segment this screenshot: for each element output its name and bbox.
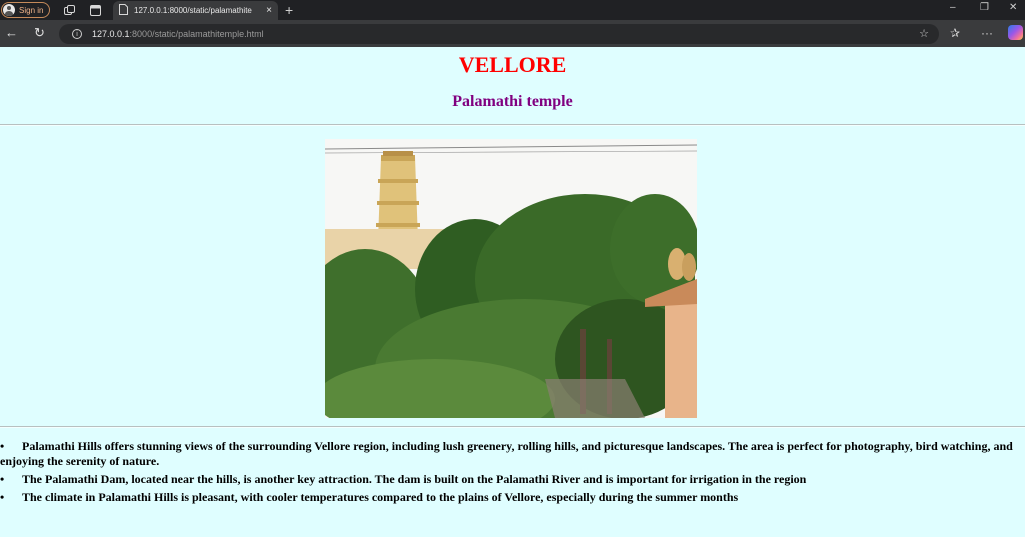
- workspaces-icon[interactable]: [62, 3, 76, 17]
- restore-icon[interactable]: ❐: [980, 2, 989, 13]
- new-tab-button[interactable]: +: [285, 2, 293, 18]
- more-menu-icon[interactable]: ···: [981, 26, 993, 40]
- facts-list: • Palamathi Hills offers stunning views o…: [0, 439, 1020, 508]
- back-icon[interactable]: ←: [5, 26, 18, 40]
- favorites-icon[interactable]: ✰: [950, 26, 960, 40]
- page-subtitle: Palamathi temple: [452, 93, 573, 110]
- browser-tab-bar: Sign in 127.0.0.1:8000/static/palamathit…: [0, 0, 1025, 20]
- reload-icon[interactable]: ↻: [34, 26, 45, 40]
- list-item: • The Palamathi Dam, located near the hil…: [0, 472, 807, 486]
- url-text: 127.0.0.1:8000/static/palamathitemple.ht…: [92, 29, 264, 39]
- favorite-star-icon[interactable]: ☆: [919, 27, 929, 40]
- divider: [0, 124, 1025, 126]
- close-window-icon[interactable]: ✕: [1009, 2, 1017, 13]
- browser-toolbar: ← ↻ i 127.0.0.1:8000/static/palamathitem…: [0, 20, 1025, 47]
- copilot-icon[interactable]: [1008, 25, 1023, 40]
- list-item: • The climate in Palamathi Hills is pleas…: [0, 490, 739, 504]
- divider: [0, 426, 1025, 428]
- page-icon: [119, 2, 128, 20]
- tab-close-icon[interactable]: ×: [266, 5, 272, 16]
- minimize-icon[interactable]: –: [950, 2, 956, 13]
- tab-actions-icon[interactable]: [88, 3, 102, 17]
- sign-in-button[interactable]: Sign in: [1, 2, 51, 18]
- site-info-icon[interactable]: i: [72, 29, 82, 39]
- tab-title: 127.0.0.1:8000/static/palamathite: [134, 6, 252, 15]
- address-bar[interactable]: i 127.0.0.1:8000/static/palamathitemple.…: [59, 24, 939, 44]
- sign-in-label: Sign in: [19, 5, 44, 15]
- temple-photo: [325, 139, 697, 418]
- page-title: VELLORE: [458, 52, 567, 77]
- active-tab[interactable]: 127.0.0.1:8000/static/palamathite ×: [113, 1, 278, 20]
- profile-avatar-icon: [3, 4, 15, 16]
- page-content: VELLORE Palamathi temple • Palamathi Hil…: [0, 47, 1025, 537]
- list-item: • Palamathi Hills offers stunning views o…: [0, 439, 1013, 468]
